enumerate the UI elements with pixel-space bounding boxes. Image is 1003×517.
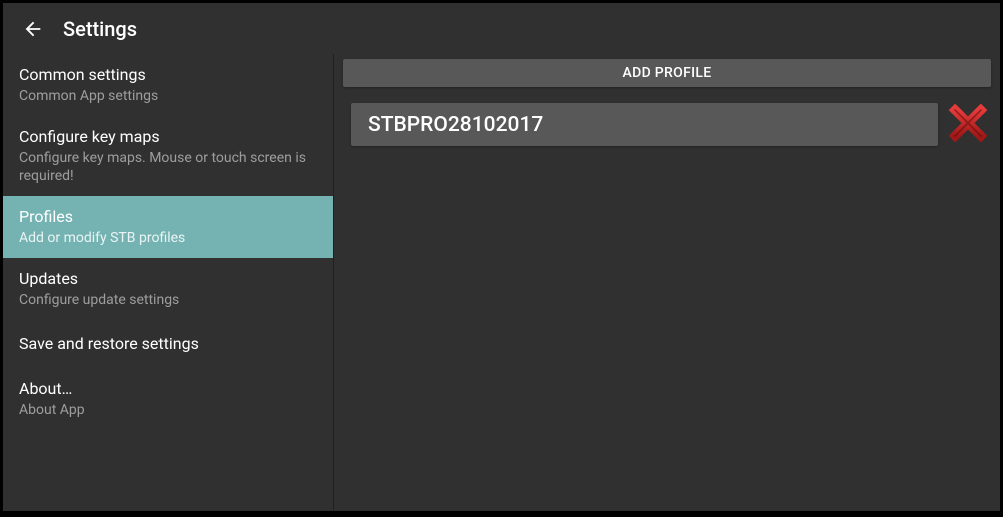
add-profile-button[interactable]: ADD PROFILE — [343, 59, 991, 87]
sidebar-item-sub: Add or modify STB profiles — [19, 229, 317, 247]
sidebar-item-label: Configure key maps — [19, 127, 317, 147]
sidebar-item-about[interactable]: About… About App — [3, 368, 333, 430]
header-bar: Settings — [3, 3, 1000, 54]
body-container: Common settings Common App settings Conf… — [3, 54, 1000, 511]
sidebar-item-label: Save and restore settings — [19, 334, 317, 354]
sidebar: Common settings Common App settings Conf… — [3, 54, 334, 511]
sidebar-item-updates[interactable]: Updates Configure update settings — [3, 258, 333, 320]
page-title: Settings — [63, 17, 137, 41]
sidebar-item-profiles[interactable]: Profiles Add or modify STB profiles — [3, 196, 333, 258]
sidebar-item-sub: Configure key maps. Mouse or touch scree… — [19, 149, 317, 185]
sidebar-item-keymaps[interactable]: Configure key maps Configure key maps. M… — [3, 116, 333, 196]
sidebar-item-sub: Common App settings — [19, 87, 317, 105]
sidebar-item-label: Common settings — [19, 65, 317, 85]
profile-row: STBPRO28102017 — [343, 103, 991, 146]
content-pane: ADD PROFILE STBPRO28102017 — [334, 54, 1000, 511]
sidebar-item-sub: Configure update settings — [19, 291, 317, 309]
sidebar-item-save-restore[interactable]: Save and restore settings — [3, 320, 333, 368]
back-icon[interactable] — [21, 17, 45, 41]
profile-item[interactable]: STBPRO28102017 — [351, 103, 938, 146]
close-icon — [946, 101, 990, 149]
app-window: Settings Common settings Common App sett… — [3, 3, 1000, 511]
delete-profile-button[interactable] — [944, 103, 991, 146]
sidebar-item-sub: About App — [19, 401, 317, 419]
sidebar-item-label: Profiles — [19, 207, 317, 227]
sidebar-item-common[interactable]: Common settings Common App settings — [3, 54, 333, 116]
profile-name: STBPRO28102017 — [368, 113, 543, 137]
sidebar-item-label: Updates — [19, 269, 317, 289]
sidebar-item-label: About… — [19, 379, 317, 399]
